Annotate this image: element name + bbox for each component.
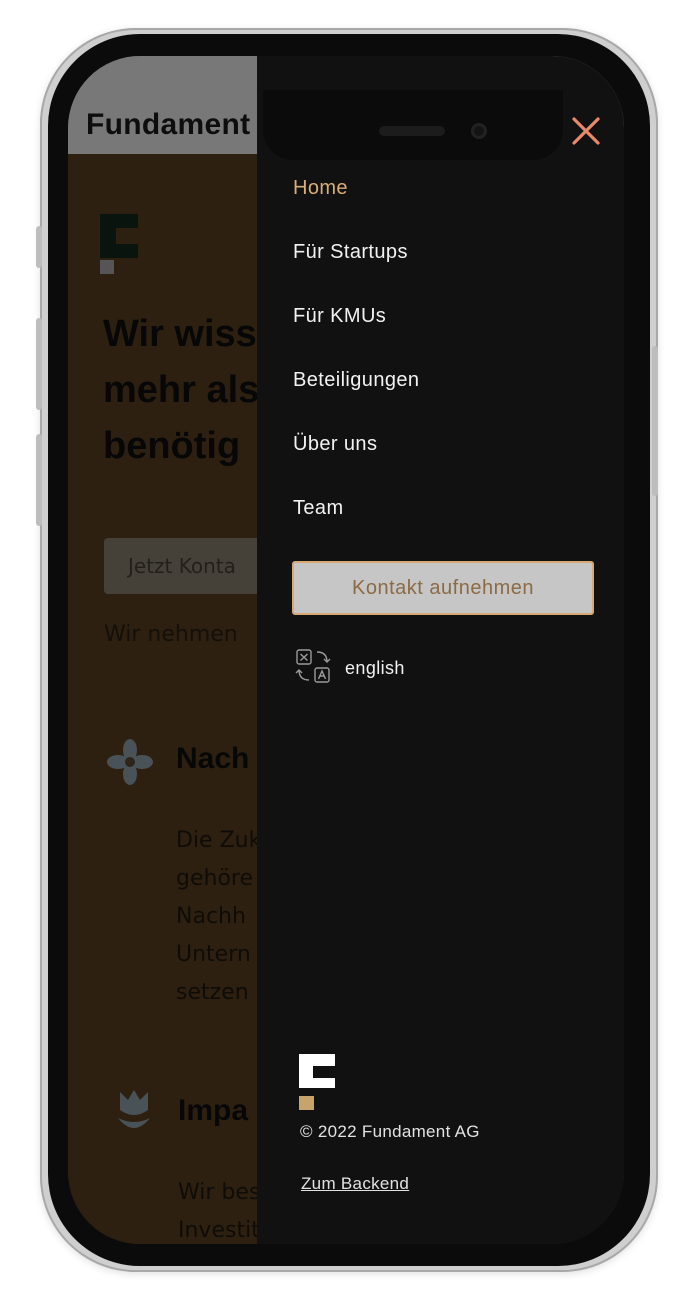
- phone-screen: Fundament Wir wiss mehr als benötig Jetz…: [68, 56, 624, 1244]
- nav-item-beteiligungen[interactable]: Beteiligungen: [293, 368, 419, 432]
- language-switch[interactable]: english: [295, 648, 405, 688]
- volume-down-button: [36, 434, 42, 526]
- nav-item-ueber-uns[interactable]: Über uns: [293, 432, 419, 496]
- backend-link[interactable]: Zum Backend: [301, 1174, 409, 1194]
- footer-logo: [299, 1054, 335, 1112]
- close-icon[interactable]: [569, 114, 603, 148]
- navigation-drawer: Home Für Startups Für KMUs Beteiligungen…: [257, 56, 624, 1244]
- nav-item-team[interactable]: Team: [293, 496, 419, 560]
- volume-up-button: [36, 318, 42, 410]
- main-navigation: Home Für Startups Für KMUs Beteiligungen…: [293, 176, 419, 560]
- copyright-text: © 2022 Fundament AG: [300, 1122, 480, 1141]
- power-button: [652, 346, 658, 496]
- nav-item-home[interactable]: Home: [293, 176, 419, 240]
- nav-item-fuer-kmus[interactable]: Für KMUs: [293, 304, 419, 368]
- speaker-grille: [379, 126, 445, 136]
- phone-notch: [263, 90, 563, 160]
- language-label: english: [345, 657, 405, 678]
- silent-switch: [36, 226, 42, 268]
- nav-item-fuer-startups[interactable]: Für Startups: [293, 240, 419, 304]
- front-camera: [471, 123, 487, 139]
- translate-icon: [295, 648, 331, 688]
- contact-button[interactable]: Kontakt aufnehmen: [292, 561, 594, 615]
